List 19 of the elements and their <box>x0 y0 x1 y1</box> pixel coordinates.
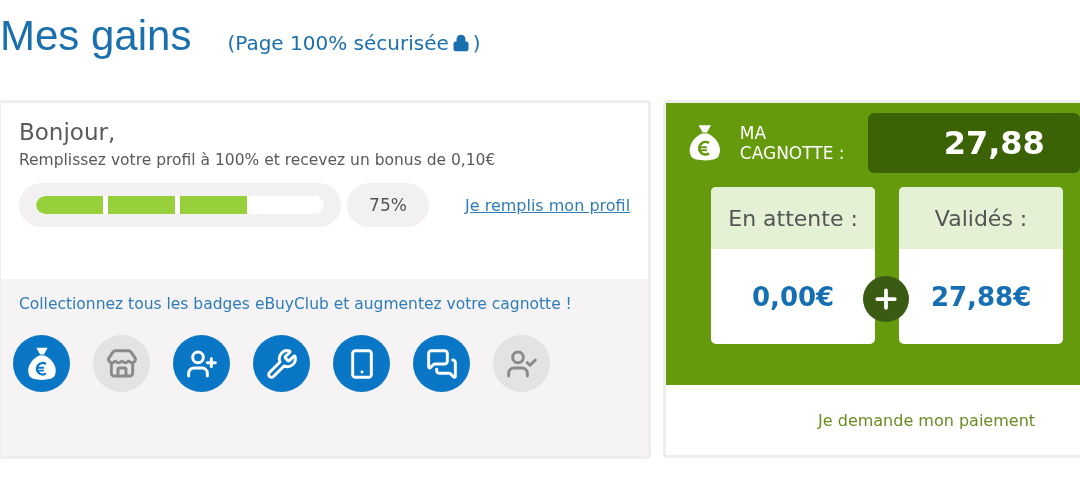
lock-icon <box>451 34 470 52</box>
greeting: Bonjour, <box>19 119 117 145</box>
card-amount: 27,88€ <box>930 281 1032 312</box>
secure-note-end: ) <box>472 31 481 55</box>
card-amount: 0,00€ <box>751 281 835 312</box>
progress-percent: 75% <box>347 183 429 227</box>
chat-bubbles-icon <box>425 347 458 380</box>
cagnotte-total: 27,88 <box>867 113 1080 173</box>
store-icon <box>105 347 138 380</box>
card-title: Validés : <box>934 205 1028 231</box>
bonus-message: Remplissez votre profil à 100% et recevez un bonus de 0,10€ <box>19 151 497 169</box>
card-title: En attente : <box>728 205 858 231</box>
page-title: Mes gains <box>0 12 192 60</box>
badges-message: Collectionnez tous les badges eBuyClub et augmentez votre cagnotte ! <box>19 295 573 313</box>
secure-note: (Page 100% sécurisée <box>227 31 449 55</box>
cagnotte-label: MA CAGNOTTE : <box>739 122 846 164</box>
fill-profile-link[interactable]: Je remplis mon profil <box>465 195 631 215</box>
wrench-icon <box>265 347 298 380</box>
payment-link[interactable]: Je demande mon paiement <box>818 410 1036 430</box>
